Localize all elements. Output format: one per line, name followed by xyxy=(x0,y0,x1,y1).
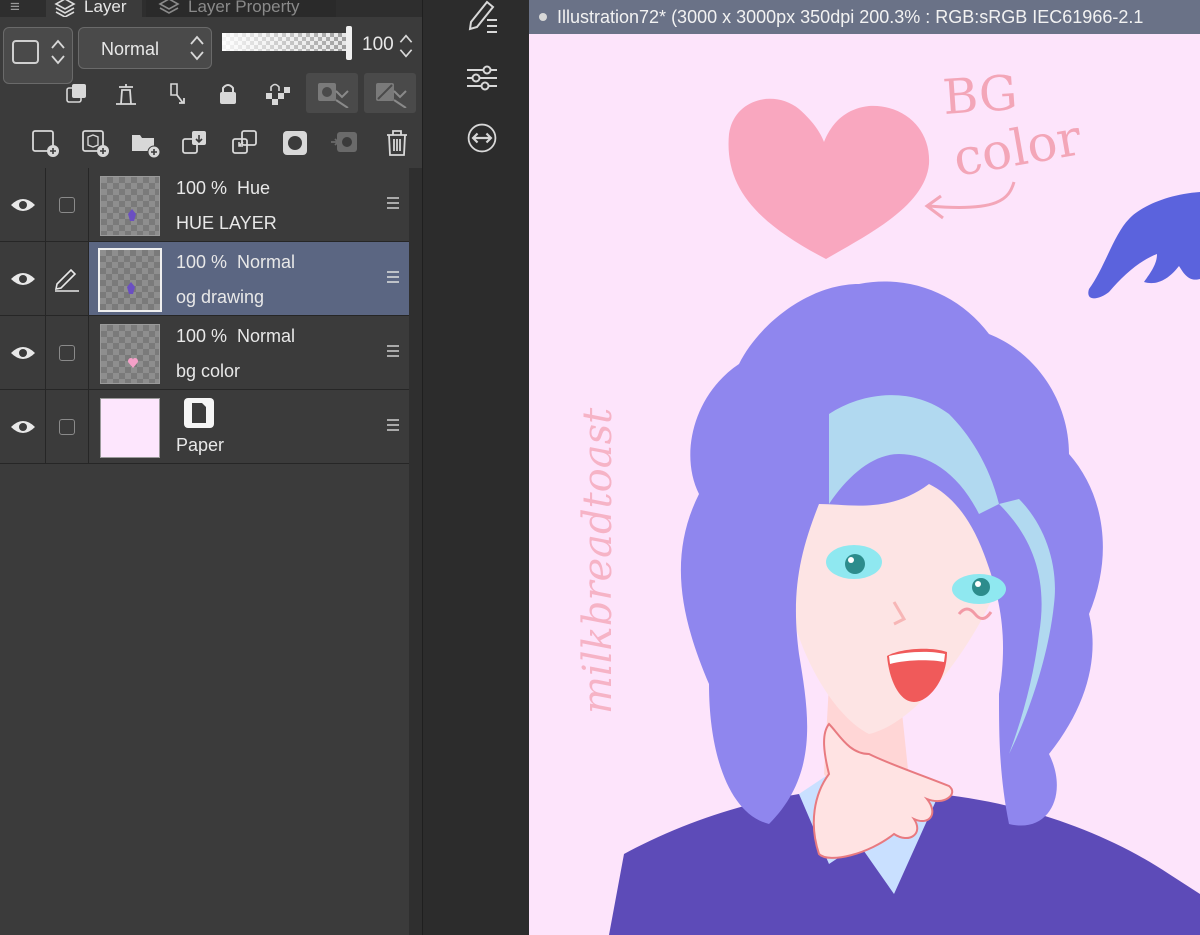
tab-layer-property-label: Layer Property xyxy=(188,0,300,16)
layer-thumbnail xyxy=(100,176,160,236)
opacity-value[interactable]: 100 xyxy=(362,34,394,56)
panel-tab-bar: ≡ Layer Layer Property xyxy=(0,0,422,17)
edit-target-toggle[interactable] xyxy=(46,242,89,315)
opacity-slider[interactable] xyxy=(222,33,352,51)
tab-layer-label: Layer xyxy=(84,0,127,16)
blend-mode-value: Normal xyxy=(101,39,160,59)
transparency-lock-icon[interactable] xyxy=(261,77,295,111)
layer-row-hue-layer[interactable]: 100 % Hue HUE LAYER xyxy=(0,168,409,242)
layer-name: og drawing xyxy=(176,287,265,307)
mask-toggle-icon[interactable] xyxy=(306,73,358,113)
layer-menu-icon[interactable] xyxy=(386,270,400,284)
panel-scroll-gutter xyxy=(409,168,422,935)
visibility-toggle[interactable] xyxy=(0,390,46,463)
document-title: Illustration72* (3000 x 3000px 350dpi 20… xyxy=(557,6,1144,27)
blend-mode-select[interactable]: Normal xyxy=(78,27,212,69)
ruler-toggle-icon[interactable] xyxy=(364,73,416,113)
layer-main-area[interactable]: Paper xyxy=(89,390,409,463)
sub-tool-pen-icon[interactable] xyxy=(465,0,499,34)
layer-thumbnail xyxy=(98,248,162,312)
layer-name: HUE LAYER xyxy=(176,213,277,233)
layer-property-toolbar xyxy=(0,73,422,117)
chevron-updown-icon xyxy=(51,39,65,65)
layer-opacity-mode: 100 % Normal xyxy=(176,326,296,346)
layers-icon xyxy=(54,0,76,17)
clip-icon[interactable] xyxy=(161,77,195,111)
tool-property-sliders-icon[interactable] xyxy=(465,60,499,94)
layer-mask-icon[interactable] xyxy=(278,126,312,160)
new-folder-icon[interactable] xyxy=(128,126,162,160)
eye-icon xyxy=(10,198,35,211)
reference-layer-icon[interactable] xyxy=(60,77,94,111)
bg-note-text: BG xyxy=(941,65,1019,126)
edit-target-checkbox xyxy=(59,196,75,213)
layer-thumbnail xyxy=(100,324,160,384)
chevron-updown-icon xyxy=(190,35,204,61)
layer-opacity-mode: 100 % Hue xyxy=(176,178,271,198)
layer-name: bg color xyxy=(176,361,241,381)
tab-layer-property[interactable]: Layer Property xyxy=(146,0,336,17)
eye-icon xyxy=(10,272,35,285)
opacity-stepper-icon[interactable] xyxy=(398,31,414,61)
layer-row-paper[interactable]: Paper xyxy=(0,390,409,464)
pen-icon xyxy=(54,268,79,292)
lock-icon[interactable] xyxy=(211,77,245,111)
swap-arrows-icon[interactable] xyxy=(465,121,499,155)
signature-text: milkbreadtoast xyxy=(575,407,621,714)
tool-strip xyxy=(422,0,529,935)
paper-layer-icon xyxy=(184,398,214,428)
left-eye-glint-shape xyxy=(848,557,854,563)
thumbnail-heart-icon xyxy=(128,358,138,368)
layer-list: 100 % Hue HUE LAYER 100 % Normal og draw… xyxy=(0,168,409,464)
blend-row: Normal 100 xyxy=(0,17,422,84)
tab-layer[interactable]: Layer xyxy=(46,0,142,17)
visibility-toggle[interactable] xyxy=(0,242,46,315)
layer-action-toolbar xyxy=(0,118,422,168)
layer-main-area[interactable]: 100 % Hue HUE LAYER xyxy=(89,168,409,241)
visibility-toggle[interactable] xyxy=(0,168,46,241)
left-iris-shape xyxy=(845,554,865,574)
layer-name: Paper xyxy=(176,435,225,455)
layer-main-area[interactable]: 100 % Normal bg color xyxy=(89,316,409,389)
edit-target-checkbox xyxy=(59,418,75,435)
layer-row-bg-color[interactable]: 100 % Normal bg color xyxy=(0,316,409,390)
layer-color-swatch xyxy=(12,40,39,64)
panel-menu-icon: ≡ xyxy=(10,0,20,16)
layer-panel: ≡ Layer Layer Property Normal 100 100 % … xyxy=(0,0,422,935)
document-title-bar: Illustration72* (3000 x 3000px 350dpi 20… xyxy=(529,0,1200,34)
layer-row-og-drawing[interactable]: 100 % Normal og drawing xyxy=(0,242,409,316)
right-iris-shape xyxy=(972,578,990,596)
layer-menu-icon[interactable] xyxy=(386,344,400,358)
layer-opacity-mode: 100 % Normal xyxy=(176,252,296,272)
new-vector-layer-icon[interactable] xyxy=(78,126,112,160)
opacity-slider-handle[interactable] xyxy=(346,26,352,60)
thumbnail-figure-icon xyxy=(128,209,136,221)
edit-target-toggle[interactable] xyxy=(46,390,89,463)
transfer-down-icon[interactable] xyxy=(178,126,212,160)
trash-icon[interactable] xyxy=(380,126,414,160)
artwork[interactable]: BG color milkbreadtoast xyxy=(529,34,1200,935)
visibility-toggle[interactable] xyxy=(0,316,46,389)
layer-menu-icon[interactable] xyxy=(386,418,400,432)
panel-menu-button[interactable]: ≡ xyxy=(10,0,30,17)
modified-dot-icon xyxy=(539,13,547,21)
canvas-area[interactable]: Illustration72* (3000 x 3000px 350dpi 20… xyxy=(529,0,1200,935)
layer-main-area[interactable]: 100 % Normal og drawing xyxy=(89,242,409,315)
edit-target-checkbox xyxy=(59,344,75,361)
edit-target-toggle[interactable] xyxy=(46,316,89,389)
edit-target-toggle[interactable] xyxy=(46,168,89,241)
thumbnail-figure-icon xyxy=(127,282,135,294)
layer-thumbnail xyxy=(100,398,160,458)
right-eye-glint-shape xyxy=(975,581,981,587)
new-raster-layer-icon[interactable] xyxy=(28,126,62,160)
merge-down-icon[interactable] xyxy=(228,126,262,160)
lighthouse-icon[interactable] xyxy=(109,77,143,111)
eye-icon xyxy=(10,346,35,359)
eye-icon xyxy=(10,420,35,433)
mask-apply-icon[interactable] xyxy=(328,126,362,160)
layer-property-icon xyxy=(158,0,180,14)
layer-menu-icon[interactable] xyxy=(386,196,400,210)
